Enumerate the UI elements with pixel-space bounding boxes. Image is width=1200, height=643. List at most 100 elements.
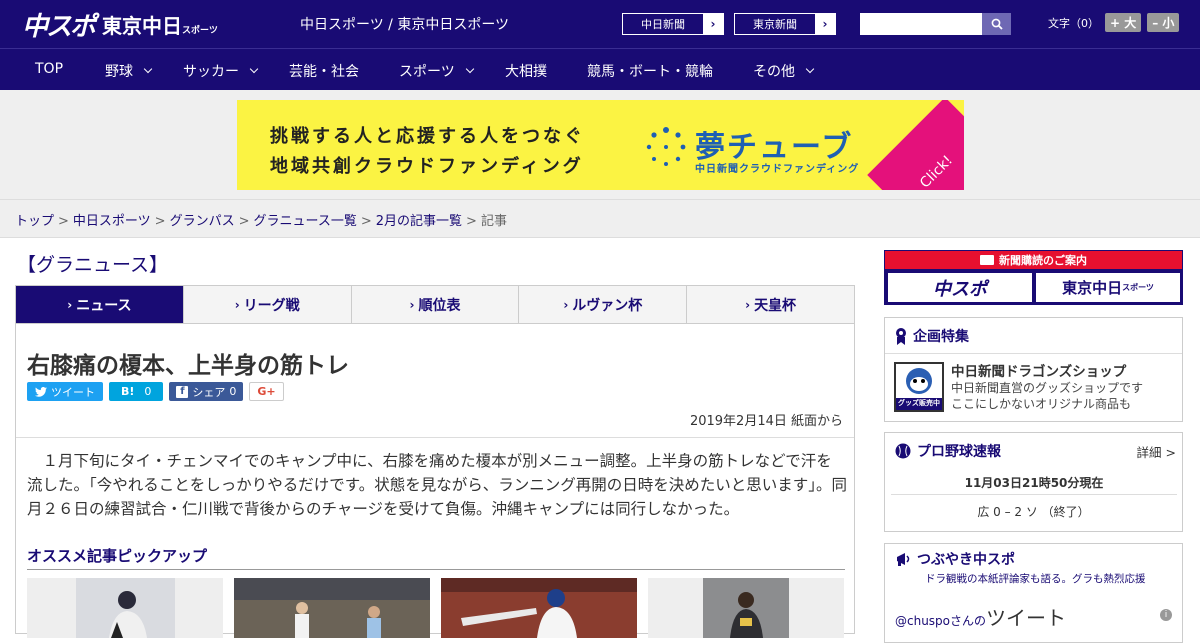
category-title: 【グラニュース】	[17, 254, 169, 276]
facebook-icon: f	[176, 385, 189, 398]
info-icon[interactable]: i	[1160, 609, 1172, 621]
site-header: 中スポ 東京中日スポーツ 中日スポーツ / 東京中日スポーツ 中日新聞 › 東京…	[0, 0, 1200, 48]
twitter-box-subtitle: ドラ観戦の本紙評論家も語る。グラも熱烈応援	[925, 573, 1146, 585]
dragons-shop-thumbnail[interactable]: グッズ販売中	[894, 362, 944, 412]
search-input[interactable]	[860, 13, 982, 35]
article: 右膝痛の榎本、上半身の筋トレ ツイート B! 0 f シェア 0 G+ 2019…	[15, 324, 855, 638]
baseball-icon	[895, 443, 911, 459]
tab-0[interactable]: › ニュース	[16, 286, 184, 323]
chevron-right-icon: ›	[815, 14, 835, 34]
font-size-control: 文字（0） + 大 – 小	[1048, 13, 1180, 32]
hatena-bookmark-button[interactable]: B! 0	[109, 382, 164, 401]
chevron-right-icon: ›	[234, 297, 240, 312]
nav-item-label: 芸能・社会	[289, 64, 359, 80]
tab-label: リーグ戦	[243, 297, 300, 314]
nav-item-6[interactable]: 競馬・ボート・競輪	[587, 61, 713, 81]
game-score[interactable]: 広 0 – 2 ソ （終了）	[885, 503, 1182, 520]
logo-chuspo: 中スポ	[22, 11, 96, 42]
nav-item-label: スポーツ	[399, 64, 455, 80]
google-plus-button[interactable]: G+	[249, 382, 284, 401]
breadcrumb-link[interactable]: 中日スポーツ	[73, 214, 151, 229]
breadcrumb-link[interactable]: トップ	[15, 214, 54, 229]
dragons-shop-desc-line1: 中日新聞直営のグッズショップです	[951, 381, 1144, 395]
scores-detail-link[interactable]: 詳細 >	[1137, 442, 1176, 461]
tokyo-shimbun-link[interactable]: 東京新聞 ›	[734, 13, 836, 35]
chevron-right-icon: ›	[703, 14, 723, 34]
player-photo	[703, 578, 789, 638]
nav-item-label: 競馬・ボート・競輪	[587, 64, 713, 80]
tab-1[interactable]: › リーグ戦	[183, 286, 352, 323]
subscription-header: 新聞購読のご案内	[885, 251, 1182, 269]
nav-item-3[interactable]: 芸能・社会	[289, 61, 359, 81]
breadcrumb-separator: >	[466, 214, 477, 229]
subscribe-chuspo-button[interactable]: 中スポ	[888, 273, 1032, 302]
chevron-down-icon	[805, 64, 815, 74]
twitter-box: つぶやき中スポ ドラ観戦の本紙評論家も語る。グラも熱烈応援 @chuspoさんの…	[884, 543, 1183, 643]
subscription-box: 新聞購読のご案内 中スポ 東京中日 スポーツ	[884, 250, 1183, 305]
subscription-title: 新聞購読のご案内	[999, 254, 1087, 267]
feature-header: 企画特集	[885, 318, 1182, 354]
search-button[interactable]	[982, 13, 1011, 35]
fb-share-count: 0	[229, 385, 237, 398]
logo-tokyo-chunichi: 東京中日スポーツ	[102, 10, 218, 39]
feature-box: 企画特集 グッズ販売中 中日新聞ドラゴンズショップ 中日新聞直営のグッズショップ…	[884, 317, 1183, 422]
category-tabs: › ニュース › リーグ戦 › 順位表 › ルヴァン杯 › 天皇杯	[15, 285, 855, 324]
breadcrumb-link[interactable]: グラニュース一覧	[254, 214, 357, 229]
twitter-box-title: つぶやき中スポ	[917, 552, 1015, 568]
ad-line1: 挑戦する人と応援する人をつなぐ	[270, 126, 585, 147]
ad-banner-yumetube[interactable]: 挑戦する人と応援する人をつなぐ 地域共創クラウドファンディング 夢チューブ 中日…	[237, 100, 964, 190]
breadcrumb-separator: >	[58, 214, 69, 229]
nav-item-label: その他	[753, 64, 795, 80]
ad-line2: 地域共創クラウドファンディング	[270, 156, 584, 177]
breadcrumb-separator: >	[238, 214, 250, 229]
pickup-card-3[interactable]	[441, 578, 637, 638]
chevron-right-icon: ›	[409, 297, 415, 312]
pickup-card-4[interactable]	[648, 578, 844, 638]
breadcrumb-link[interactable]: グランパス	[170, 214, 235, 229]
tab-3[interactable]: › ルヴァン杯	[519, 286, 688, 323]
tokyo-shimbun-label: 東京新聞	[753, 18, 797, 31]
soccer-photo	[234, 578, 430, 638]
twitter-handle[interactable]: @chuspoさんの	[895, 614, 986, 628]
nav-item-7[interactable]: その他	[753, 61, 815, 81]
dragons-shop-title[interactable]: 中日新聞ドラゴンズショップ	[951, 360, 1126, 380]
nav-item-4[interactable]: スポーツ	[399, 61, 474, 81]
tweet-button[interactable]: ツイート	[27, 382, 103, 401]
chevron-right-icon: ›	[563, 297, 569, 312]
ribbon-icon	[896, 327, 906, 345]
fb-share-label: シェア	[192, 385, 226, 399]
tweet-label: ツイート	[51, 385, 95, 399]
facebook-share-button[interactable]: f シェア 0	[169, 382, 244, 401]
breadcrumb-separator: >	[154, 214, 166, 229]
nav-item-5[interactable]: 大相撲	[505, 61, 547, 81]
twitter-timeline-heading: @chuspoさんのツイート	[895, 602, 1066, 631]
goods-label: グッズ販売中	[898, 399, 940, 407]
breadcrumb-current: 記事	[480, 214, 507, 229]
nav-item-0[interactable]: TOP	[35, 61, 63, 77]
tab-label: ニュース	[76, 297, 132, 314]
article-body: １月下旬にタイ・チェンマイでのキャンプ中に、右膝を痛めた榎本が別メニュー調整。上…	[27, 452, 847, 518]
nav-item-1[interactable]: 野球	[105, 61, 153, 81]
hatena-icon: B!	[121, 385, 135, 398]
site-title: 中日スポーツ / 東京中日スポーツ	[300, 17, 510, 33]
chunichi-shimbun-link[interactable]: 中日新聞 ›	[622, 13, 724, 35]
chunichi-shimbun-label: 中日新聞	[641, 18, 685, 31]
twitter-box-header: つぶやき中スポ	[885, 544, 1182, 574]
subscribe-tokyo-chunichi-button[interactable]: 東京中日 スポーツ	[1036, 273, 1180, 302]
hatena-count: 0	[144, 385, 152, 398]
main-nav: TOP 野球 サッカー 芸能・社会 スポーツ 大相撲 競馬・ボート・競輪 その他	[0, 48, 1200, 90]
nav-item-2[interactable]: サッカー	[183, 61, 259, 81]
font-larger-button[interactable]: + 大	[1105, 13, 1142, 32]
pickup-card-1[interactable]	[27, 578, 223, 638]
pickup-card-2[interactable]	[234, 578, 430, 638]
breadcrumb-link[interactable]: 2月の記事一覧	[376, 214, 462, 229]
twitter-icon	[35, 386, 47, 397]
site-logo[interactable]: 中スポ 東京中日スポーツ	[22, 9, 218, 42]
tab-2[interactable]: › 順位表	[351, 286, 520, 323]
nav-item-label: 野球	[105, 64, 133, 80]
tab-label: 順位表	[418, 297, 461, 314]
pitcher-photo	[76, 578, 175, 638]
tab-4[interactable]: › 天皇杯	[687, 286, 854, 323]
logo-tokyo-small: スポーツ	[182, 25, 218, 36]
font-smaller-button[interactable]: – 小	[1147, 13, 1180, 32]
